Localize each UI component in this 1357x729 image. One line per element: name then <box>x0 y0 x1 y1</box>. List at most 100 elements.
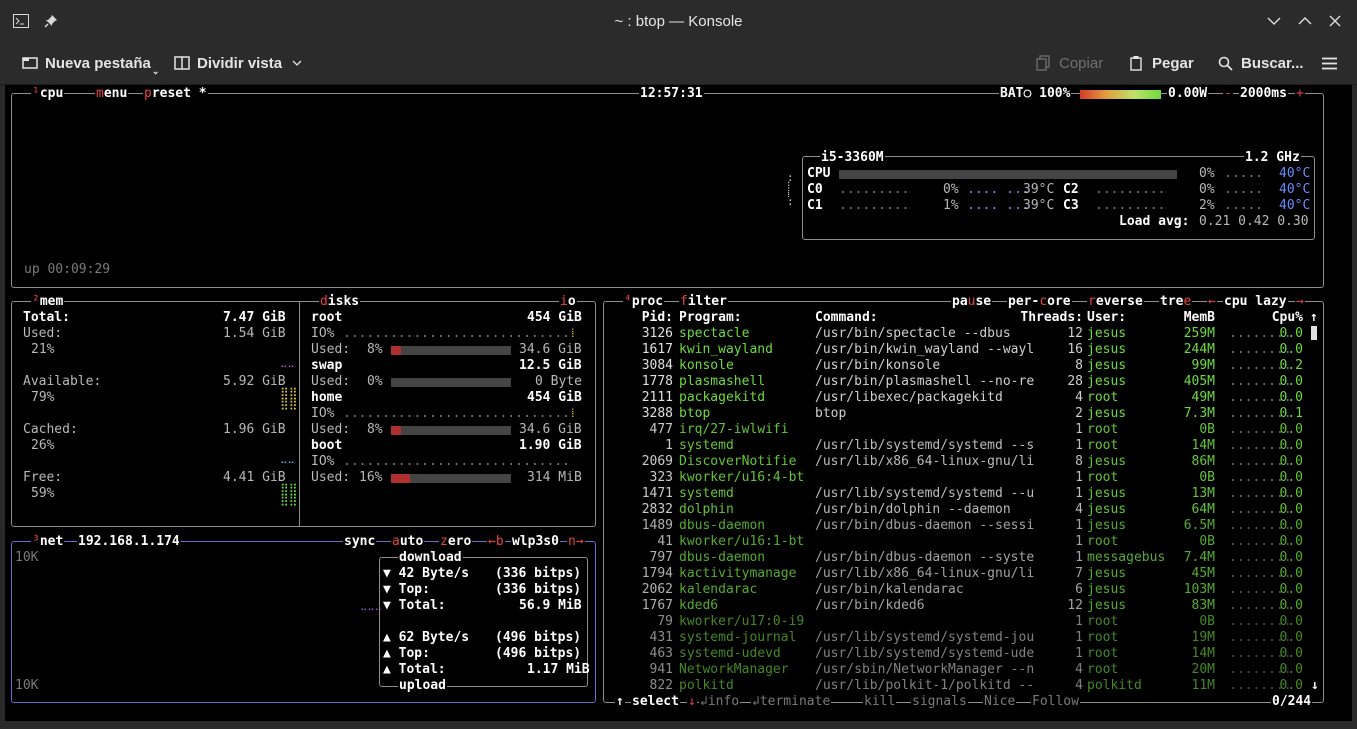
mem-panel-title[interactable]: ²mem <box>31 294 65 310</box>
table-row[interactable]: 1778 plasmashell/usr/bin/plasmashell --no… <box>607 374 1309 390</box>
copy-button[interactable]: Copiar <box>1036 42 1103 84</box>
split-view-label: Dividir vista <box>197 54 283 72</box>
select-down-button[interactable]: ↓ <box>687 694 697 710</box>
kill-button[interactable]: kill <box>863 694 897 710</box>
cell-user: jesus <box>1087 326 1127 341</box>
header-user[interactable]: User: <box>1087 310 1126 326</box>
maximize-icon[interactable] <box>1296 12 1314 30</box>
reverse-button[interactable]: reverse <box>1087 294 1144 310</box>
paste-button[interactable]: Pegar <box>1130 42 1194 84</box>
signals-button[interactable]: signals <box>911 694 968 710</box>
minimize-icon[interactable] <box>1265 12 1283 30</box>
net-panel-title[interactable]: ³net <box>31 534 65 550</box>
cell-threads: 1 <box>1075 630 1083 645</box>
table-row[interactable]: 477 irq/27-iwlwifi 1 root 0B 0.0........ <box>607 422 1309 438</box>
zero-toggle[interactable]: zero <box>439 534 473 550</box>
header-pid[interactable]: Pid: <box>607 310 673 326</box>
header-cpu[interactable]: Cpu% <box>1267 310 1303 326</box>
proc-header: Pid: Program: Command: Threads: User: Me… <box>607 310 1319 326</box>
table-row[interactable]: 1617 kwin_wayland/usr/bin/kwin_wayland --… <box>607 342 1309 358</box>
cell-mem: 14M <box>1191 646 1215 661</box>
table-row[interactable]: 1767 kded6/usr/bin/kded6 12 jesus 83M 0.0....… <box>607 598 1309 614</box>
table-row[interactable]: 41 kworker/u16:1-bt 1 root 0B 0.0........ <box>607 534 1309 550</box>
sync-toggle[interactable]: sync <box>343 534 377 550</box>
scroll-down-icon[interactable]: ↓ <box>1311 678 1319 694</box>
header-mem[interactable]: MemB <box>1167 310 1215 326</box>
table-row[interactable]: 431 systemd-journal/usr/lib/systemd/syste… <box>607 630 1309 646</box>
info-button[interactable]: ↲info <box>699 694 741 710</box>
cell-mem: 6.5M <box>1183 518 1215 533</box>
mem-disk-divider <box>299 301 300 526</box>
table-row[interactable]: 463 systemd-udevd/usr/lib/systemd/systemd… <box>607 646 1309 662</box>
interval-decrease-button[interactable]: - <box>1223 86 1233 102</box>
split-view-icon <box>174 56 190 70</box>
table-row[interactable]: 2111 packagekitd/usr/libexec/packagekitd 4… <box>607 390 1309 406</box>
table-row[interactable]: 1471 systemd/usr/lib/systemd/systemd --u 1… <box>607 486 1309 502</box>
header-command[interactable]: Command: <box>815 310 878 326</box>
table-row[interactable]: 323 kworker/u16:4-bt 1 root 0B 0.0........ <box>607 470 1309 486</box>
table-row[interactable]: 2062 kalendarac/usr/bin/kalendarac 6 jesus 1… <box>607 582 1309 598</box>
cell-user: root <box>1087 422 1119 437</box>
table-row[interactable]: 1489 dbus-daemon/usr/bin/dbus-daemon --se… <box>607 518 1309 534</box>
mem-free-label: Free: <box>23 470 63 485</box>
table-row[interactable]: 941 NetworkManager/usr/sbin/NetworkManage… <box>607 662 1309 678</box>
io-toggle[interactable]: io <box>559 294 577 310</box>
header-threads[interactable]: Threads: <box>1007 310 1083 326</box>
core-temp-graph: .... ... <box>967 198 1030 213</box>
sort-next-button[interactable]: → <box>1295 294 1305 310</box>
disk-used-label: Used: <box>311 422 351 437</box>
table-row[interactable]: 1 systemd/usr/lib/systemd/systemd --s 1 roo… <box>607 438 1309 454</box>
cell-program: dbus-daemon <box>679 518 766 533</box>
cell-pid: 797 <box>649 550 673 565</box>
table-row[interactable]: 3084 konsole/usr/bin/konsole 8 jesus 99M 0.2.… <box>607 358 1309 374</box>
new-tab-label: Nueva pestaña <box>45 54 151 72</box>
scroll-up-icon[interactable]: ↑ <box>1310 310 1318 326</box>
next-iface-button[interactable]: n→ <box>567 534 585 550</box>
core-label: C0 <box>807 182 823 197</box>
disks-panel-title[interactable]: disks <box>319 294 361 310</box>
filter-button[interactable]: filter <box>679 294 728 310</box>
uptime: up 00:09:29 <box>24 262 111 277</box>
table-row[interactable]: 79 kworker/u17:0-i9 1 root 0B 0.0........ <box>607 614 1309 630</box>
cell-threads: 8 <box>1075 358 1083 373</box>
table-row[interactable]: 797 dbus-daemon/usr/bin/dbus-daemon --sys… <box>607 550 1309 566</box>
hamburger-menu-icon[interactable] <box>1322 42 1337 84</box>
pause-button[interactable]: pause <box>951 294 993 310</box>
table-row[interactable]: 2069 DiscoverNotifie/usr/lib/x86_64-linux… <box>607 454 1309 470</box>
auto-toggle[interactable]: auto <box>391 534 425 550</box>
disk-io-label: IO% <box>311 406 335 421</box>
cell-pid: 1 <box>665 438 673 453</box>
proc-panel-title[interactable]: ⁴proc <box>623 294 665 310</box>
close-icon[interactable] <box>1326 12 1344 30</box>
sort-prev-button[interactable]: ← <box>1207 294 1217 310</box>
cpu-panel-title[interactable]: ¹cpu <box>31 86 65 102</box>
search-button[interactable]: Buscar... <box>1218 42 1304 84</box>
cpu-graph: ........ <box>1229 358 1292 373</box>
table-row[interactable]: 3288 btop btop 2 jesus 7.3M 0.1........ <box>607 406 1309 422</box>
interval-increase-button[interactable]: + <box>1295 86 1305 102</box>
table-row[interactable]: 2832 dolphin/usr/bin/dolphin --daemon 4 jes… <box>607 502 1309 518</box>
preset-button[interactable]: preset * <box>143 86 208 102</box>
header-program[interactable]: Program: <box>679 310 742 326</box>
prev-iface-button[interactable]: ←b <box>487 534 505 550</box>
cpu-graph: ........ <box>1229 582 1292 597</box>
menu-button[interactable]: menu <box>95 86 129 102</box>
tree-button[interactable]: tree <box>1159 294 1193 310</box>
select-up-button[interactable]: ↑ <box>615 694 625 710</box>
table-row[interactable]: 822 polkitd/usr/lib/polkit-1/polkitd -- 4 p… <box>607 678 1309 694</box>
follow-button[interactable]: Follow <box>1031 694 1080 710</box>
cell-pid: 323 <box>649 470 673 485</box>
new-tab-button[interactable]: Nueva pestaña ⌄ <box>22 42 159 84</box>
net-scale-top: 10K <box>15 550 39 565</box>
table-row[interactable]: 1794 kactivitymanage/usr/lib/x86_64-linux… <box>607 566 1309 582</box>
terminate-button[interactable]: ↲terminate <box>751 694 832 710</box>
scrollbar-thumb[interactable] <box>1311 326 1317 340</box>
cell-mem: 0B <box>1199 534 1215 549</box>
mem-free-percent: 59% <box>31 486 55 501</box>
nice-button[interactable]: Nice <box>983 694 1017 710</box>
table-row[interactable]: 3126 spectacle/usr/bin/spectacle --dbus 12… <box>607 326 1309 342</box>
cpu-model: i5-3360M <box>820 150 885 166</box>
split-view-button[interactable]: Dividir vista <box>174 42 302 84</box>
terminal-area[interactable]: ¹cpu menu preset * 12:57:31 BAT○ 100% 0.… <box>5 85 1352 721</box>
per-core-button[interactable]: per-core <box>1007 294 1072 310</box>
